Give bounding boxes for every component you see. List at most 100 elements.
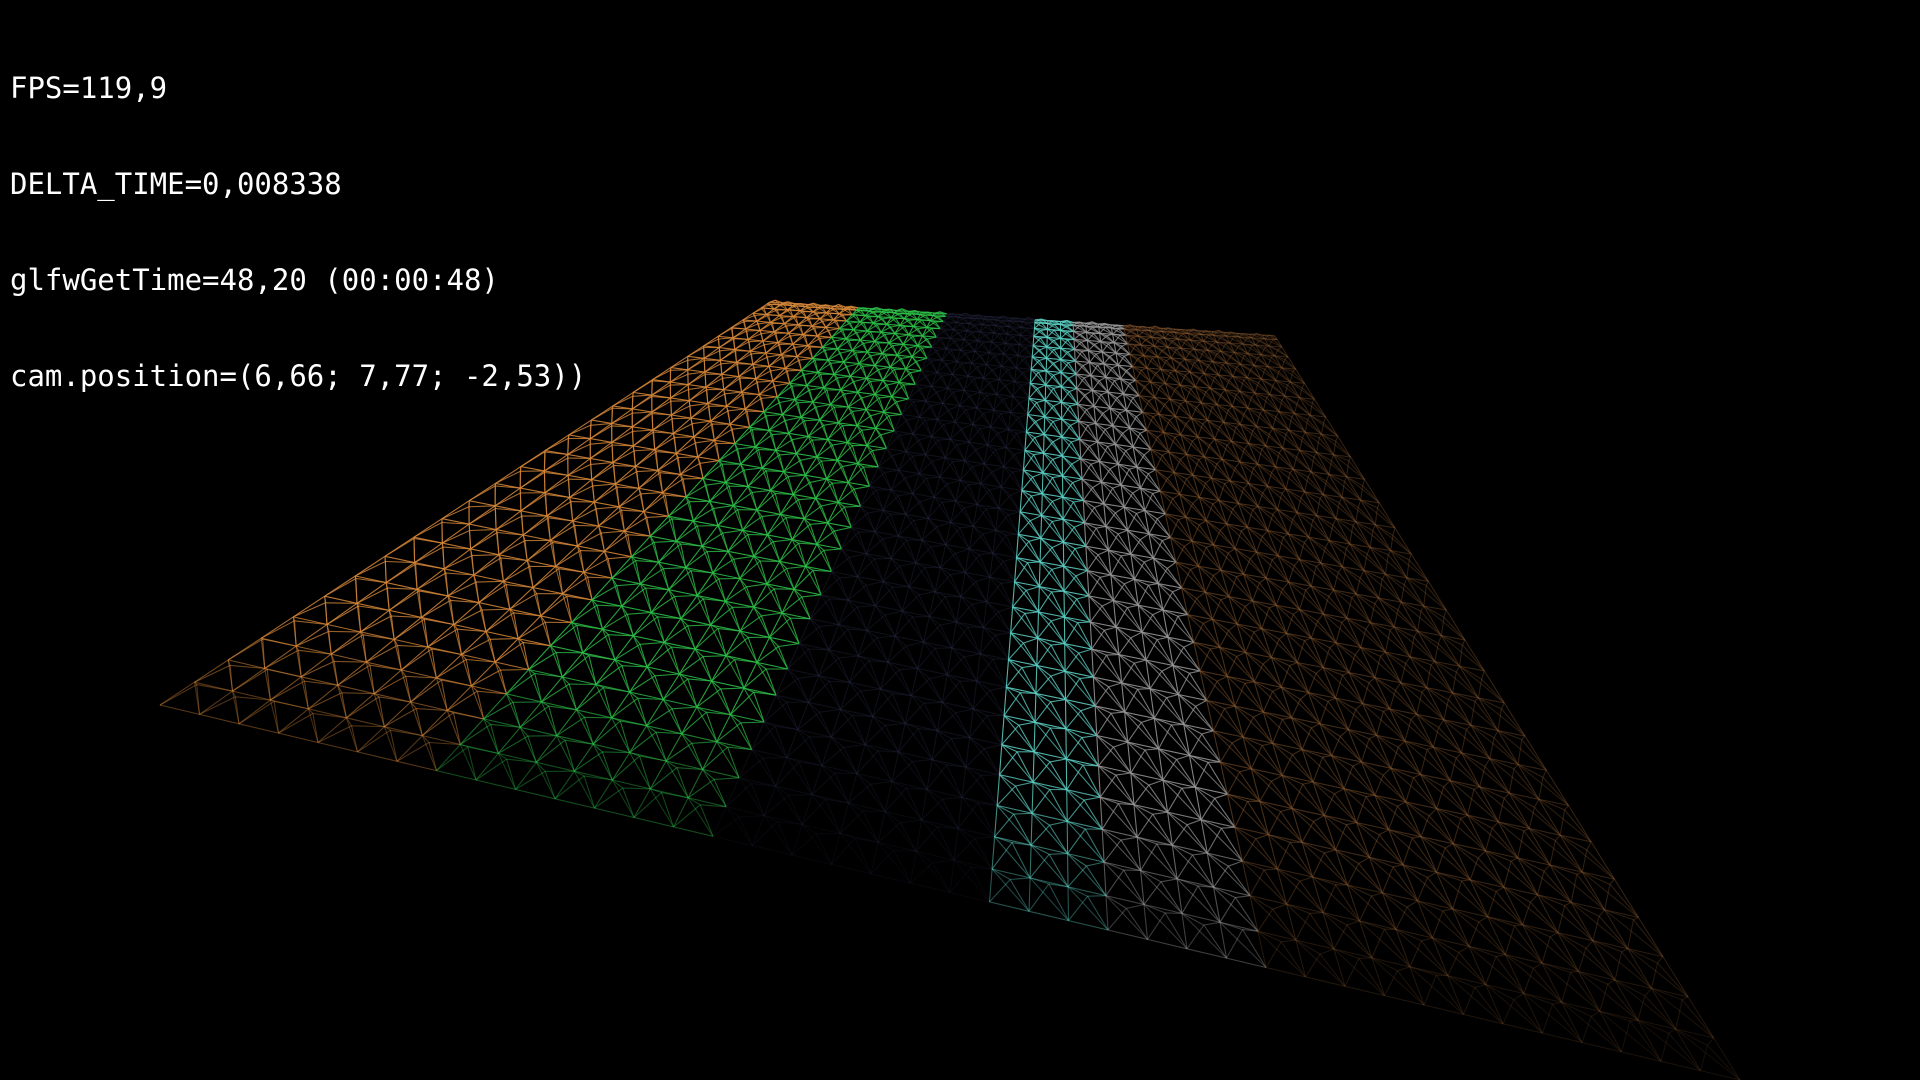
pyramid-edge (1030, 844, 1050, 855)
pyramid-edge (471, 669, 501, 687)
pyramid-edge (1020, 692, 1036, 694)
grid-edge (594, 807, 635, 819)
pyramid-edge (422, 712, 454, 737)
pyramid-edge (912, 616, 925, 643)
grid-diagonal (850, 527, 867, 554)
pyramid-edge (752, 821, 779, 846)
pyramid-edge (1021, 667, 1037, 694)
pyramid-edge (821, 501, 839, 507)
grid-edge (870, 842, 879, 874)
pyramid-edge (746, 330, 749, 340)
grid-edge (396, 760, 437, 772)
pyramid-edge (1014, 326, 1022, 330)
pyramid-edge (989, 486, 1002, 491)
pyramid-edge (832, 441, 848, 446)
pyramid-edge (951, 349, 961, 351)
pyramid-edge (1024, 356, 1033, 359)
grid-edge (898, 451, 907, 471)
pyramid-edge (761, 516, 768, 536)
pyramid-edge (846, 366, 851, 377)
grid-diagonal (769, 637, 789, 670)
pyramid-edge (955, 548, 970, 555)
grid-diagonal (629, 691, 648, 726)
pyramid-edge (997, 432, 1007, 448)
pyramid-edge (1051, 521, 1064, 543)
pyramid-edge (414, 546, 444, 564)
pyramid-edge (853, 488, 862, 507)
pyramid-edge (1019, 402, 1029, 415)
pyramid-edge (590, 444, 613, 459)
grid-edge (194, 659, 229, 683)
grid-edge (373, 669, 402, 695)
pyramid-edge (607, 558, 613, 579)
pyramid-edge (992, 658, 1009, 661)
pyramid-edge (633, 450, 636, 467)
render-viewport[interactable]: FPS=119,9 DELTA_TIME=0,008338 glfwGetTim… (0, 0, 1920, 1080)
grid-edge (751, 815, 765, 846)
pyramid-edge (760, 333, 764, 342)
grid-diagonal (681, 733, 704, 770)
pyramid-edge (1028, 537, 1041, 542)
grid-edge (730, 687, 745, 715)
pyramid-edge (723, 377, 741, 391)
pyramid-edge (1036, 402, 1046, 418)
pyramid-edge (427, 628, 458, 648)
grid-edge (1083, 522, 1087, 547)
pyramid-edge (747, 637, 758, 663)
pyramid-edge (1067, 348, 1075, 353)
pyramid-edge (843, 747, 858, 774)
pyramid-edge (745, 586, 755, 608)
pyramid-edge (1037, 384, 1046, 390)
pyramid-edge (580, 550, 605, 552)
pyramid-edge (641, 492, 663, 495)
grid-edge (725, 600, 754, 608)
grid-edge (820, 571, 833, 596)
grid-edge (856, 553, 867, 577)
pyramid-edge (436, 659, 467, 679)
pyramid-edge (912, 759, 933, 763)
grid-diagonal (601, 628, 616, 661)
pyramid-edge (1050, 620, 1066, 644)
pyramid-edge (883, 472, 892, 491)
pyramid-edge (653, 431, 674, 435)
pyramid-edge (840, 381, 855, 391)
grid-edge (1097, 765, 1101, 798)
pyramid-edge (612, 395, 633, 407)
pyramid-edge (483, 701, 514, 720)
pyramid-edge (522, 517, 549, 536)
grid-edge (860, 339, 875, 343)
grid-diagonal (856, 576, 876, 606)
grid-diagonal (905, 451, 920, 474)
pyramid-edge (979, 426, 991, 430)
pyramid-edge (1062, 482, 1074, 498)
grid-edge (988, 868, 993, 902)
pyramid-edge (986, 393, 997, 396)
grid-edge (822, 336, 833, 348)
pyramid-edge (720, 687, 744, 690)
grid-edge (357, 726, 385, 753)
pyramid-edge (965, 350, 976, 354)
grid-diagonal (955, 500, 974, 527)
pyramid-edge (1000, 581, 1015, 584)
pyramid-edge (1034, 437, 1044, 454)
pyramid-edge (746, 583, 767, 588)
pyramid-edge (199, 696, 236, 715)
grid-edge (1081, 478, 1084, 501)
grid-edge (998, 744, 1003, 775)
pyramid-edge (1067, 330, 1074, 333)
grid-diagonal (831, 571, 849, 601)
pyramid-edge (762, 332, 777, 342)
grid-diagonal (702, 769, 727, 807)
pyramid-edge (884, 610, 903, 616)
pyramid-edge (469, 529, 497, 532)
grid-diagonal (611, 779, 635, 818)
pyramid-edge (899, 433, 914, 436)
grid-diagonal (905, 514, 923, 541)
grid-diagonal (837, 502, 852, 528)
grid-edge (827, 438, 848, 444)
grid-edge (1044, 384, 1047, 401)
grid-edge (819, 419, 839, 424)
pyramid-edge (652, 380, 671, 383)
pyramid-edge (809, 482, 817, 499)
pyramid-edge (725, 636, 749, 657)
